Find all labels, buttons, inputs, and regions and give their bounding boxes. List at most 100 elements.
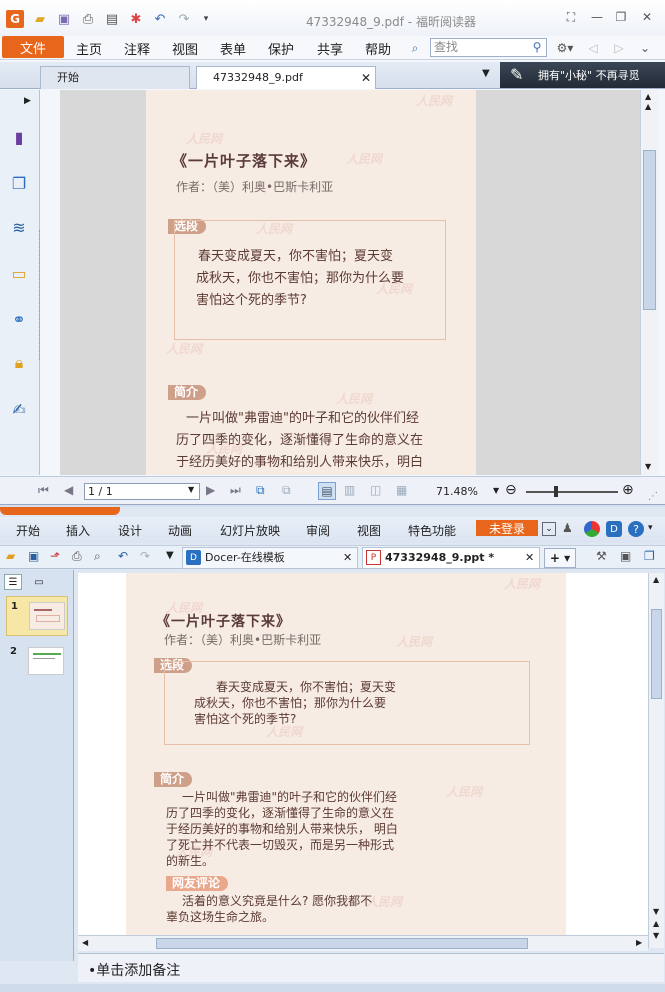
scroll-left-arrow[interactable]: ◀ — [82, 938, 88, 947]
color-theme-icon[interactable] — [584, 521, 600, 537]
scroll-right-arrow[interactable]: ▶ — [636, 938, 642, 947]
intro-line[interactable]: 历了四季的变化，逐渐懂得了生命的意义在 — [166, 805, 394, 821]
fullscreen-icon[interactable]: ⛶ — [562, 9, 580, 25]
scroll-thumb[interactable] — [651, 609, 662, 699]
zoom-level[interactable]: 71.48% — [436, 485, 478, 498]
tab-close-icon[interactable]: ✕ — [361, 67, 371, 89]
skin-icon[interactable]: ♟ — [562, 521, 573, 535]
horizontal-scrollbar[interactable]: ◀ ▶ — [78, 935, 648, 951]
save-icon[interactable]: ▣ — [56, 11, 72, 27]
review-line[interactable]: 活着的意义究竟是什么? 愿你我都不 — [182, 893, 372, 909]
next-view-icon[interactable]: ⧉ — [282, 483, 291, 498]
zoom-slider-thumb[interactable] — [554, 486, 558, 497]
vertical-scrollbar[interactable]: ▲ ▲ ▼ — [640, 90, 658, 475]
slide-title[interactable]: 《一片叶子落下来》 — [156, 611, 291, 631]
single-page-view-icon[interactable]: ▤ — [318, 482, 336, 500]
menu-view[interactable]: 视图 — [172, 39, 198, 58]
zoom-slider-track[interactable] — [526, 491, 618, 493]
menu-form[interactable]: 表单 — [220, 39, 246, 58]
bookmark-icon[interactable]: ▮ — [8, 126, 30, 148]
excerpt-line[interactable]: 害怕这个死的季节? — [194, 711, 296, 727]
print-icon[interactable]: ⎙ — [80, 11, 96, 27]
print-preview-icon[interactable]: ⌕ — [94, 549, 101, 564]
restore-button[interactable]: ❐ — [612, 9, 630, 25]
last-page-icon[interactable]: ⏭ — [230, 483, 241, 498]
new-icon[interactable]: ✱ — [128, 11, 144, 27]
tab-pdf-document[interactable]: 47332948_9.pdf ✕ — [196, 66, 376, 89]
layers-icon[interactable]: ≋ — [8, 216, 30, 238]
undo-icon[interactable]: ↶ — [152, 11, 168, 27]
page-dropdown-icon[interactable]: ▼ — [188, 485, 194, 494]
attachment-icon[interactable]: ⚭ — [8, 308, 30, 330]
scroll-down-arrow[interactable]: ▼ — [645, 462, 651, 471]
intro-line[interactable]: 了死亡并不代表一切毁灭，而是另一种形式 — [166, 837, 394, 853]
next-page-icon[interactable]: ▶ — [206, 483, 215, 497]
scroll-thumb[interactable] — [643, 150, 656, 310]
quick-access-dropdown-icon[interactable]: ▼ — [166, 550, 174, 561]
scroll-down-arrow[interactable]: ▼ — [653, 907, 659, 916]
next-icon[interactable]: ▷ — [612, 39, 626, 57]
minimize-doc-icon[interactable]: ▣ — [620, 549, 631, 563]
menu-slideshow[interactable]: 幻灯片放映 — [220, 522, 280, 539]
outline-view-icon[interactable]: ☰ — [4, 574, 22, 590]
menu-share[interactable]: 共享 — [317, 39, 343, 58]
menu-animation[interactable]: 动画 — [168, 522, 192, 539]
menu-design[interactable]: 设计 — [118, 522, 142, 539]
continuous-facing-icon[interactable]: ▦ — [396, 483, 407, 497]
notes-pane[interactable]: •单击添加备注 — [78, 953, 664, 982]
export-pdf-icon[interactable]: ⬏ — [50, 549, 60, 563]
author-line[interactable]: 作者：（美）利奥•巴斯卡利亚 — [164, 631, 321, 648]
docer-icon[interactable]: D — [606, 521, 622, 537]
tab-start[interactable]: 开始 — [40, 66, 190, 89]
prev-icon[interactable]: ◁ — [586, 39, 600, 57]
open-folder-icon[interactable]: ▰ — [32, 11, 48, 27]
redo-icon[interactable]: ↷ — [176, 11, 192, 27]
tab-close-icon[interactable]: ✕ — [343, 548, 352, 568]
file-button[interactable]: 文件 — [2, 36, 64, 58]
redo-icon[interactable]: ↷ — [140, 549, 150, 563]
intro-line[interactable]: 的新生。 — [166, 853, 214, 869]
pdf-document-view[interactable]: 人民网 人民网 人民网 人民网 人民网 人民网 人民网 人民网 《一片叶子落下来… — [60, 90, 640, 475]
tab-ppt-document[interactable]: P 47332948_9.ppt * ✕ — [362, 547, 540, 569]
slide-thumb-selected[interactable]: 1 — [6, 596, 68, 636]
menu-start[interactable]: 开始 — [16, 522, 40, 539]
menu-help[interactable]: 帮助 — [365, 39, 391, 58]
menu-protect[interactable]: 保护 — [268, 39, 294, 58]
tab-list-dropdown-icon[interactable]: ▼ — [482, 68, 490, 79]
new-tab-button[interactable]: + ▾ — [544, 548, 576, 568]
print-icon[interactable]: ⎙ — [72, 549, 82, 564]
help-dropdown-icon[interactable]: ▾ — [648, 523, 653, 533]
undo-icon[interactable]: ↶ — [118, 549, 128, 563]
excerpt-line[interactable]: 成秋天，你也不害怕；那你为什么要 — [194, 695, 386, 711]
excerpt-line[interactable]: 春天变成夏天，你不害怕；夏天变 — [216, 679, 396, 695]
intro-line[interactable]: 一片叫做"弗雷迪"的叶子和它的伙伴们经 — [182, 789, 397, 805]
collapse-icon[interactable]: ⌄ — [542, 522, 556, 536]
restore-doc-icon[interactable]: ❐ — [644, 549, 655, 563]
save-icon[interactable]: ▣ — [28, 549, 39, 563]
slide-canvas[interactable]: 人民网 人民网 人民网 人民网 人民网 人民网 人民网 《一片叶子落下来》 作者… — [126, 573, 566, 935]
promo-banner[interactable]: ✎ 拥有"小秘" 不再寻觅 — [500, 62, 665, 88]
review-line[interactable]: 辜负这场生命之旅。 — [166, 909, 274, 925]
first-page-icon[interactable]: ⏮ — [38, 483, 49, 498]
open-folder-icon[interactable]: ▰ — [6, 549, 15, 563]
search-icon[interactable]: ⚲ — [530, 39, 544, 55]
comments-icon[interactable]: ▭ — [8, 262, 30, 284]
tools-icon[interactable]: ⚒ — [596, 549, 607, 563]
menu-home[interactable]: 主页 — [76, 39, 102, 58]
menu-review[interactable]: 审阅 — [306, 522, 330, 539]
panel-splitter[interactable] — [39, 230, 42, 360]
scroll-thumb[interactable] — [156, 938, 528, 949]
pages-icon[interactable]: ❐ — [8, 172, 30, 194]
login-status-button[interactable]: 未登录 — [476, 520, 538, 536]
security-lock-icon[interactable]: 🔒︎ — [8, 352, 30, 374]
facing-view-icon[interactable]: ◫ — [370, 483, 381, 497]
menu-insert[interactable]: 插入 — [66, 522, 90, 539]
vertical-scrollbar[interactable]: ▲ ▼ ▲ ▼ — [648, 573, 664, 948]
scroll-up-arrow[interactable]: ▲ — [653, 575, 659, 584]
help-icon[interactable]: ? — [628, 521, 644, 537]
zoom-in-icon[interactable]: ⊕ — [622, 482, 634, 498]
menu-features[interactable]: 特色功能 — [408, 522, 456, 539]
properties-icon[interactable]: ▤ — [104, 11, 120, 27]
zoom-dropdown-icon[interactable]: ▼ — [493, 486, 499, 495]
close-button[interactable]: ✕ — [638, 9, 656, 25]
